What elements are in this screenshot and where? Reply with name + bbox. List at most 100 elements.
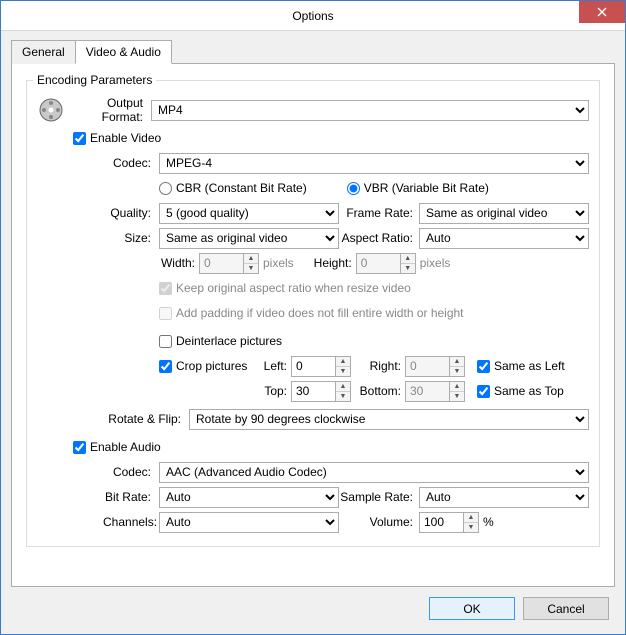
height-unit: pixels bbox=[420, 256, 451, 270]
film-icon bbox=[37, 96, 65, 124]
crop-pictures-label: Crop pictures bbox=[176, 359, 247, 373]
group-title: Encoding Parameters bbox=[33, 73, 156, 87]
output-format-row: Output Format: MP4 bbox=[37, 96, 589, 124]
content-area: General Video & Audio Encoding Parameter… bbox=[1, 31, 625, 634]
crop-bottom-spinner[interactable]: ▲▼ bbox=[405, 381, 465, 402]
keep-aspect-checkbox[interactable]: Keep original aspect ratio when resize v… bbox=[159, 281, 411, 295]
crop-bottom-spin-buttons[interactable]: ▲▼ bbox=[449, 381, 465, 402]
height-label: Height: bbox=[312, 256, 356, 270]
output-format-select[interactable]: MP4 bbox=[151, 100, 589, 121]
same-as-left-checkbox[interactable]: Same as Left bbox=[477, 359, 565, 373]
titlebar: Options bbox=[1, 1, 625, 31]
volume-spinner[interactable]: ▲▼ bbox=[419, 512, 479, 533]
output-format-label: Output Format: bbox=[67, 96, 151, 124]
crop-left-right-row: Crop pictures Left: ▲▼ Right: ▲▼ Same a bbox=[103, 355, 589, 377]
rotate-flip-row: Rotate & Flip: Rotate by 90 degrees cloc… bbox=[103, 408, 589, 430]
frame-rate-select[interactable]: Same as original video bbox=[419, 203, 589, 224]
crop-right-input[interactable] bbox=[405, 356, 449, 377]
crop-right-spin-buttons[interactable]: ▲▼ bbox=[449, 356, 465, 377]
audio-codec-row: Codec: AAC (Advanced Audio Codec) bbox=[103, 461, 589, 483]
crop-right-spinner[interactable]: ▲▼ bbox=[405, 356, 465, 377]
tab-strip: General Video & Audio bbox=[11, 39, 615, 64]
dialog-footer: OK Cancel bbox=[11, 587, 615, 624]
width-label: Width: bbox=[159, 256, 199, 270]
width-height-row: Width: ▲▼ pixels Height: ▲▼ pixels bbox=[103, 252, 589, 274]
add-padding-checkbox[interactable]: Add padding if video does not fill entir… bbox=[159, 306, 464, 320]
volume-spin-buttons[interactable]: ▲▼ bbox=[463, 512, 479, 533]
volume-input[interactable] bbox=[419, 512, 463, 533]
vbr-radio[interactable]: VBR (Variable Bit Rate) bbox=[347, 181, 489, 195]
rate-mode-row: CBR (Constant Bit Rate) VBR (Variable Bi… bbox=[103, 177, 589, 199]
video-codec-row: Codec: MPEG-4 bbox=[103, 152, 589, 174]
enable-audio-label: Enable Audio bbox=[90, 440, 161, 454]
size-label: Size: bbox=[103, 231, 159, 245]
channels-volume-row: Channels: Auto Volume: ▲▼ % bbox=[103, 511, 589, 533]
vbr-label: VBR (Variable Bit Rate) bbox=[364, 181, 489, 195]
size-select[interactable]: Same as original video bbox=[159, 228, 339, 249]
tab-video-audio[interactable]: Video & Audio bbox=[75, 40, 172, 64]
add-padding-row: Add padding if video does not fill entir… bbox=[103, 302, 589, 324]
channels-label: Channels: bbox=[103, 515, 159, 529]
crop-left-spinner[interactable]: ▲▼ bbox=[291, 356, 351, 377]
ok-button[interactable]: OK bbox=[429, 597, 515, 620]
crop-left-spin-buttons[interactable]: ▲▼ bbox=[335, 356, 351, 377]
height-spin-buttons[interactable]: ▲▼ bbox=[400, 253, 416, 274]
deinterlace-label: Deinterlace pictures bbox=[176, 334, 282, 348]
crop-right-label: Right: bbox=[355, 359, 405, 373]
crop-bottom-input[interactable] bbox=[405, 381, 449, 402]
aspect-ratio-select[interactable]: Auto bbox=[419, 228, 589, 249]
crop-top-spinner[interactable]: ▲▼ bbox=[291, 381, 351, 402]
audio-codec-label: Codec: bbox=[103, 465, 159, 479]
options-window: Options General Video & Audio Encoding P… bbox=[0, 0, 626, 635]
rotate-flip-label: Rotate & Flip: bbox=[103, 412, 189, 426]
encoding-parameters-group: Encoding Parameters Output Format bbox=[26, 80, 600, 547]
enable-video-label: Enable Video bbox=[90, 131, 161, 145]
quality-select[interactable]: 5 (good quality) bbox=[159, 203, 339, 224]
crop-top-input[interactable] bbox=[291, 381, 335, 402]
deinterlace-row: Deinterlace pictures bbox=[103, 330, 589, 352]
same-as-top-checkbox[interactable]: Same as Top bbox=[477, 384, 564, 398]
quality-label: Quality: bbox=[103, 206, 159, 220]
video-codec-select[interactable]: MPEG-4 bbox=[159, 153, 589, 174]
keep-aspect-label: Keep original aspect ratio when resize v… bbox=[176, 281, 411, 295]
volume-label: Volume: bbox=[339, 515, 419, 529]
enable-audio-row: Enable Audio bbox=[73, 436, 589, 458]
cbr-radio[interactable]: CBR (Constant Bit Rate) bbox=[159, 181, 307, 195]
sample-rate-select[interactable]: Auto bbox=[419, 487, 589, 508]
height-spinner[interactable]: ▲▼ bbox=[356, 253, 416, 274]
enable-audio-checkbox[interactable]: Enable Audio bbox=[73, 440, 161, 454]
deinterlace-checkbox[interactable]: Deinterlace pictures bbox=[159, 334, 282, 348]
cancel-button[interactable]: Cancel bbox=[523, 597, 609, 620]
tab-general[interactable]: General bbox=[11, 40, 76, 64]
keep-aspect-row: Keep original aspect ratio when resize v… bbox=[103, 277, 589, 299]
video-codec-label: Codec: bbox=[103, 156, 159, 170]
crop-top-spin-buttons[interactable]: ▲▼ bbox=[335, 381, 351, 402]
crop-top-label: Top: bbox=[259, 384, 291, 398]
enable-video-checkbox[interactable]: Enable Video bbox=[73, 131, 161, 145]
crop-left-label: Left: bbox=[259, 359, 291, 373]
audio-codec-select[interactable]: AAC (Advanced Audio Codec) bbox=[159, 462, 589, 483]
quality-framerate-row: Quality: 5 (good quality) Frame Rate: Sa… bbox=[103, 202, 589, 224]
aspect-ratio-label: Aspect Ratio: bbox=[339, 231, 419, 245]
window-title: Options bbox=[292, 9, 333, 23]
width-spin-buttons[interactable]: ▲▼ bbox=[243, 253, 259, 274]
rotate-flip-select[interactable]: Rotate by 90 degrees clockwise bbox=[189, 409, 589, 430]
width-input[interactable] bbox=[199, 253, 243, 274]
sample-rate-label: Sample Rate: bbox=[339, 490, 419, 504]
bitrate-samplerate-row: Bit Rate: Auto Sample Rate: Auto bbox=[103, 486, 589, 508]
crop-pictures-checkbox[interactable]: Crop pictures bbox=[159, 359, 259, 373]
channels-select[interactable]: Auto bbox=[159, 512, 339, 533]
cbr-label: CBR (Constant Bit Rate) bbox=[176, 181, 307, 195]
height-input[interactable] bbox=[356, 253, 400, 274]
width-spinner[interactable]: ▲▼ bbox=[199, 253, 259, 274]
width-unit: pixels bbox=[263, 256, 294, 270]
same-as-left-label: Same as Left bbox=[494, 359, 565, 373]
add-padding-label: Add padding if video does not fill entir… bbox=[176, 306, 464, 320]
close-button[interactable] bbox=[579, 1, 625, 23]
bitrate-label: Bit Rate: bbox=[103, 490, 159, 504]
crop-left-input[interactable] bbox=[291, 356, 335, 377]
frame-rate-label: Frame Rate: bbox=[339, 206, 419, 220]
bitrate-select[interactable]: Auto bbox=[159, 487, 339, 508]
crop-bottom-label: Bottom: bbox=[355, 384, 405, 398]
size-aspect-row: Size: Same as original video Aspect Rati… bbox=[103, 227, 589, 249]
